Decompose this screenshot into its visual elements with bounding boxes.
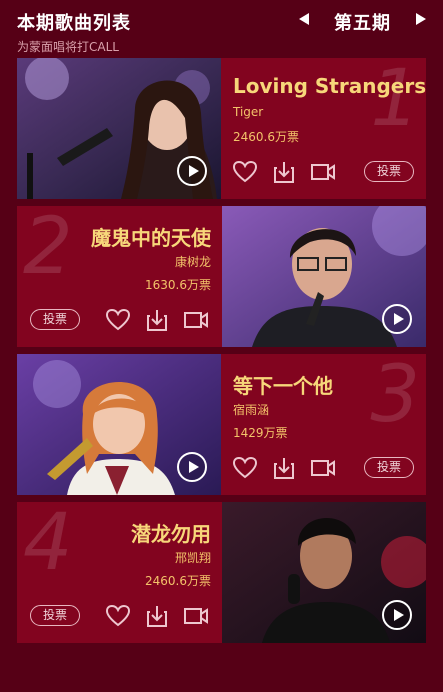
video-icon[interactable]: [183, 604, 209, 628]
song-title: 魔鬼中的天使: [91, 226, 211, 250]
singer-photo[interactable]: [222, 502, 426, 643]
vote-count: 2460.6万票: [233, 130, 299, 144]
video-icon[interactable]: [183, 308, 209, 332]
singer-name: 邢凯翔: [174, 551, 211, 565]
singer-name: Tiger: [233, 105, 264, 119]
vote-button[interactable]: 投票: [364, 457, 414, 478]
play-icon[interactable]: [382, 600, 412, 630]
download-icon[interactable]: [144, 308, 170, 332]
heart-icon[interactable]: [232, 456, 258, 480]
song-card-4: 4 潜龙勿用 邢凯翔 2460.6万票 投票: [17, 502, 426, 643]
download-icon[interactable]: [144, 604, 170, 628]
song-title: 潜龙勿用: [131, 522, 211, 546]
singer-name: 康树龙: [174, 255, 211, 269]
play-icon[interactable]: [382, 304, 412, 334]
song-title: 等下一个他: [233, 374, 333, 398]
vote-button[interactable]: 投票: [30, 605, 80, 626]
singer-photo[interactable]: [17, 58, 221, 199]
singer-name: 宿雨涵: [233, 403, 270, 417]
rank-number: 3: [370, 354, 420, 440]
rank-number: 1: [370, 58, 420, 144]
download-icon[interactable]: [271, 160, 297, 184]
vote-count: 2460.6万票: [145, 574, 211, 588]
prev-period-icon[interactable]: [299, 13, 309, 25]
play-icon[interactable]: [177, 452, 207, 482]
singer-photo[interactable]: [17, 354, 221, 495]
heart-icon[interactable]: [105, 604, 131, 628]
song-card-2: 2 魔鬼中的天使 康树龙 1630.6万票 投票: [17, 206, 426, 347]
rank-number: 4: [23, 502, 73, 588]
period-label: 第五期: [334, 13, 391, 34]
download-icon[interactable]: [271, 456, 297, 480]
vote-button[interactable]: 投票: [30, 309, 80, 330]
song-card-1: 1 Loving Strangers Tiger 2460.6万票 投票: [17, 58, 426, 199]
vote-count: 1429万票: [233, 426, 288, 440]
video-icon[interactable]: [310, 160, 336, 184]
heart-icon[interactable]: [105, 308, 131, 332]
song-card-3: 3 等下一个他 宿雨涵 1429万票 投票: [17, 354, 426, 495]
page-header: 本期歌曲列表 为蒙面唱将打CALL 第五期: [0, 0, 443, 58]
page-subtitle: 为蒙面唱将打CALL: [17, 40, 119, 54]
vote-button[interactable]: 投票: [364, 161, 414, 182]
page-title: 本期歌曲列表: [17, 13, 131, 34]
song-title: Loving Strangers: [233, 74, 426, 98]
vote-count: 1630.6万票: [145, 278, 211, 292]
heart-icon[interactable]: [232, 160, 258, 184]
rank-number: 2: [23, 206, 73, 292]
play-icon[interactable]: [177, 156, 207, 186]
video-icon[interactable]: [310, 456, 336, 480]
singer-photo[interactable]: [222, 206, 426, 347]
next-period-icon[interactable]: [416, 13, 426, 25]
